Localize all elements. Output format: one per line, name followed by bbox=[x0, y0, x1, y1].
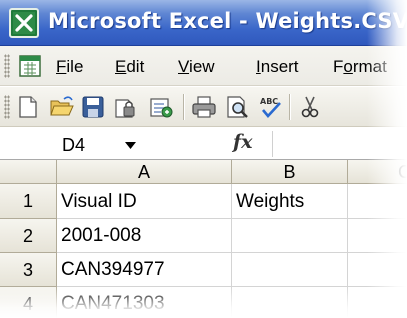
menu-view[interactable]: View bbox=[178, 57, 215, 77]
cell-c1[interactable] bbox=[348, 184, 407, 219]
cell-b3[interactable] bbox=[232, 253, 348, 287]
excel-window: Microsoft Excel - Weights.CSV File Edit … bbox=[0, 0, 407, 318]
menu-edit[interactable]: Edit bbox=[115, 57, 144, 77]
menu-file[interactable]: File bbox=[56, 57, 83, 77]
print-icon[interactable] bbox=[191, 94, 217, 120]
row-header-3[interactable]: 3 bbox=[0, 253, 57, 287]
standard-toolbar: ABC bbox=[0, 87, 407, 127]
window-title: Microsoft Excel - Weights.CSV bbox=[48, 9, 407, 33]
cell-b4[interactable] bbox=[232, 287, 348, 318]
column-header-a[interactable]: A bbox=[57, 160, 232, 184]
worksheet-grid: A B C 1 Visual ID Weights 2 2001-008 3 C… bbox=[0, 160, 407, 318]
svg-text:ABC: ABC bbox=[260, 97, 278, 106]
cell-c4[interactable] bbox=[348, 287, 407, 318]
cell-c2[interactable] bbox=[348, 219, 407, 253]
toolbar-separator bbox=[183, 94, 184, 120]
save-icon[interactable] bbox=[80, 94, 106, 120]
open-folder-icon[interactable] bbox=[49, 94, 75, 120]
cell-c3[interactable] bbox=[348, 253, 407, 287]
menu-insert[interactable]: Insert bbox=[256, 57, 299, 77]
name-box[interactable]: D4 bbox=[0, 131, 145, 157]
cell-a1[interactable]: Visual ID bbox=[57, 184, 232, 219]
row-header-4[interactable]: 4 bbox=[0, 287, 57, 318]
select-all-corner[interactable] bbox=[0, 160, 57, 184]
menu-format[interactable]: Format bbox=[333, 57, 387, 77]
formula-input[interactable] bbox=[272, 131, 407, 157]
workbook-icon[interactable] bbox=[18, 54, 42, 78]
title-bar[interactable]: Microsoft Excel - Weights.CSV bbox=[0, 0, 407, 46]
formula-bar: D4 fx bbox=[0, 128, 407, 160]
permission-icon[interactable] bbox=[112, 94, 138, 120]
column-header-c[interactable]: C bbox=[348, 160, 407, 184]
insert-function-icon[interactable]: fx bbox=[233, 131, 253, 153]
email-icon[interactable] bbox=[148, 94, 174, 120]
new-document-icon[interactable] bbox=[15, 94, 41, 120]
print-preview-icon[interactable] bbox=[224, 94, 250, 120]
cell-a3[interactable]: CAN394977 bbox=[57, 253, 232, 287]
menu-bar: File Edit View Insert Format bbox=[0, 46, 407, 86]
excel-icon[interactable] bbox=[9, 8, 39, 38]
row-header-2[interactable]: 2 bbox=[0, 219, 57, 253]
cell-b2[interactable] bbox=[232, 219, 348, 253]
spelling-icon[interactable]: ABC bbox=[258, 94, 284, 120]
cell-b1[interactable]: Weights bbox=[232, 184, 348, 219]
column-header-b[interactable]: B bbox=[232, 160, 348, 184]
cell-a2[interactable]: 2001-008 bbox=[57, 219, 232, 253]
toolbar-grip[interactable] bbox=[4, 95, 10, 119]
cell-a4[interactable]: CAN471303 bbox=[57, 287, 232, 318]
name-box-value: D4 bbox=[62, 135, 86, 155]
menubar-grip[interactable] bbox=[4, 54, 10, 78]
row-header-1[interactable]: 1 bbox=[0, 184, 57, 219]
chevron-down-icon[interactable] bbox=[125, 142, 136, 149]
toolbar-separator bbox=[289, 94, 290, 120]
cut-icon[interactable] bbox=[297, 94, 323, 120]
